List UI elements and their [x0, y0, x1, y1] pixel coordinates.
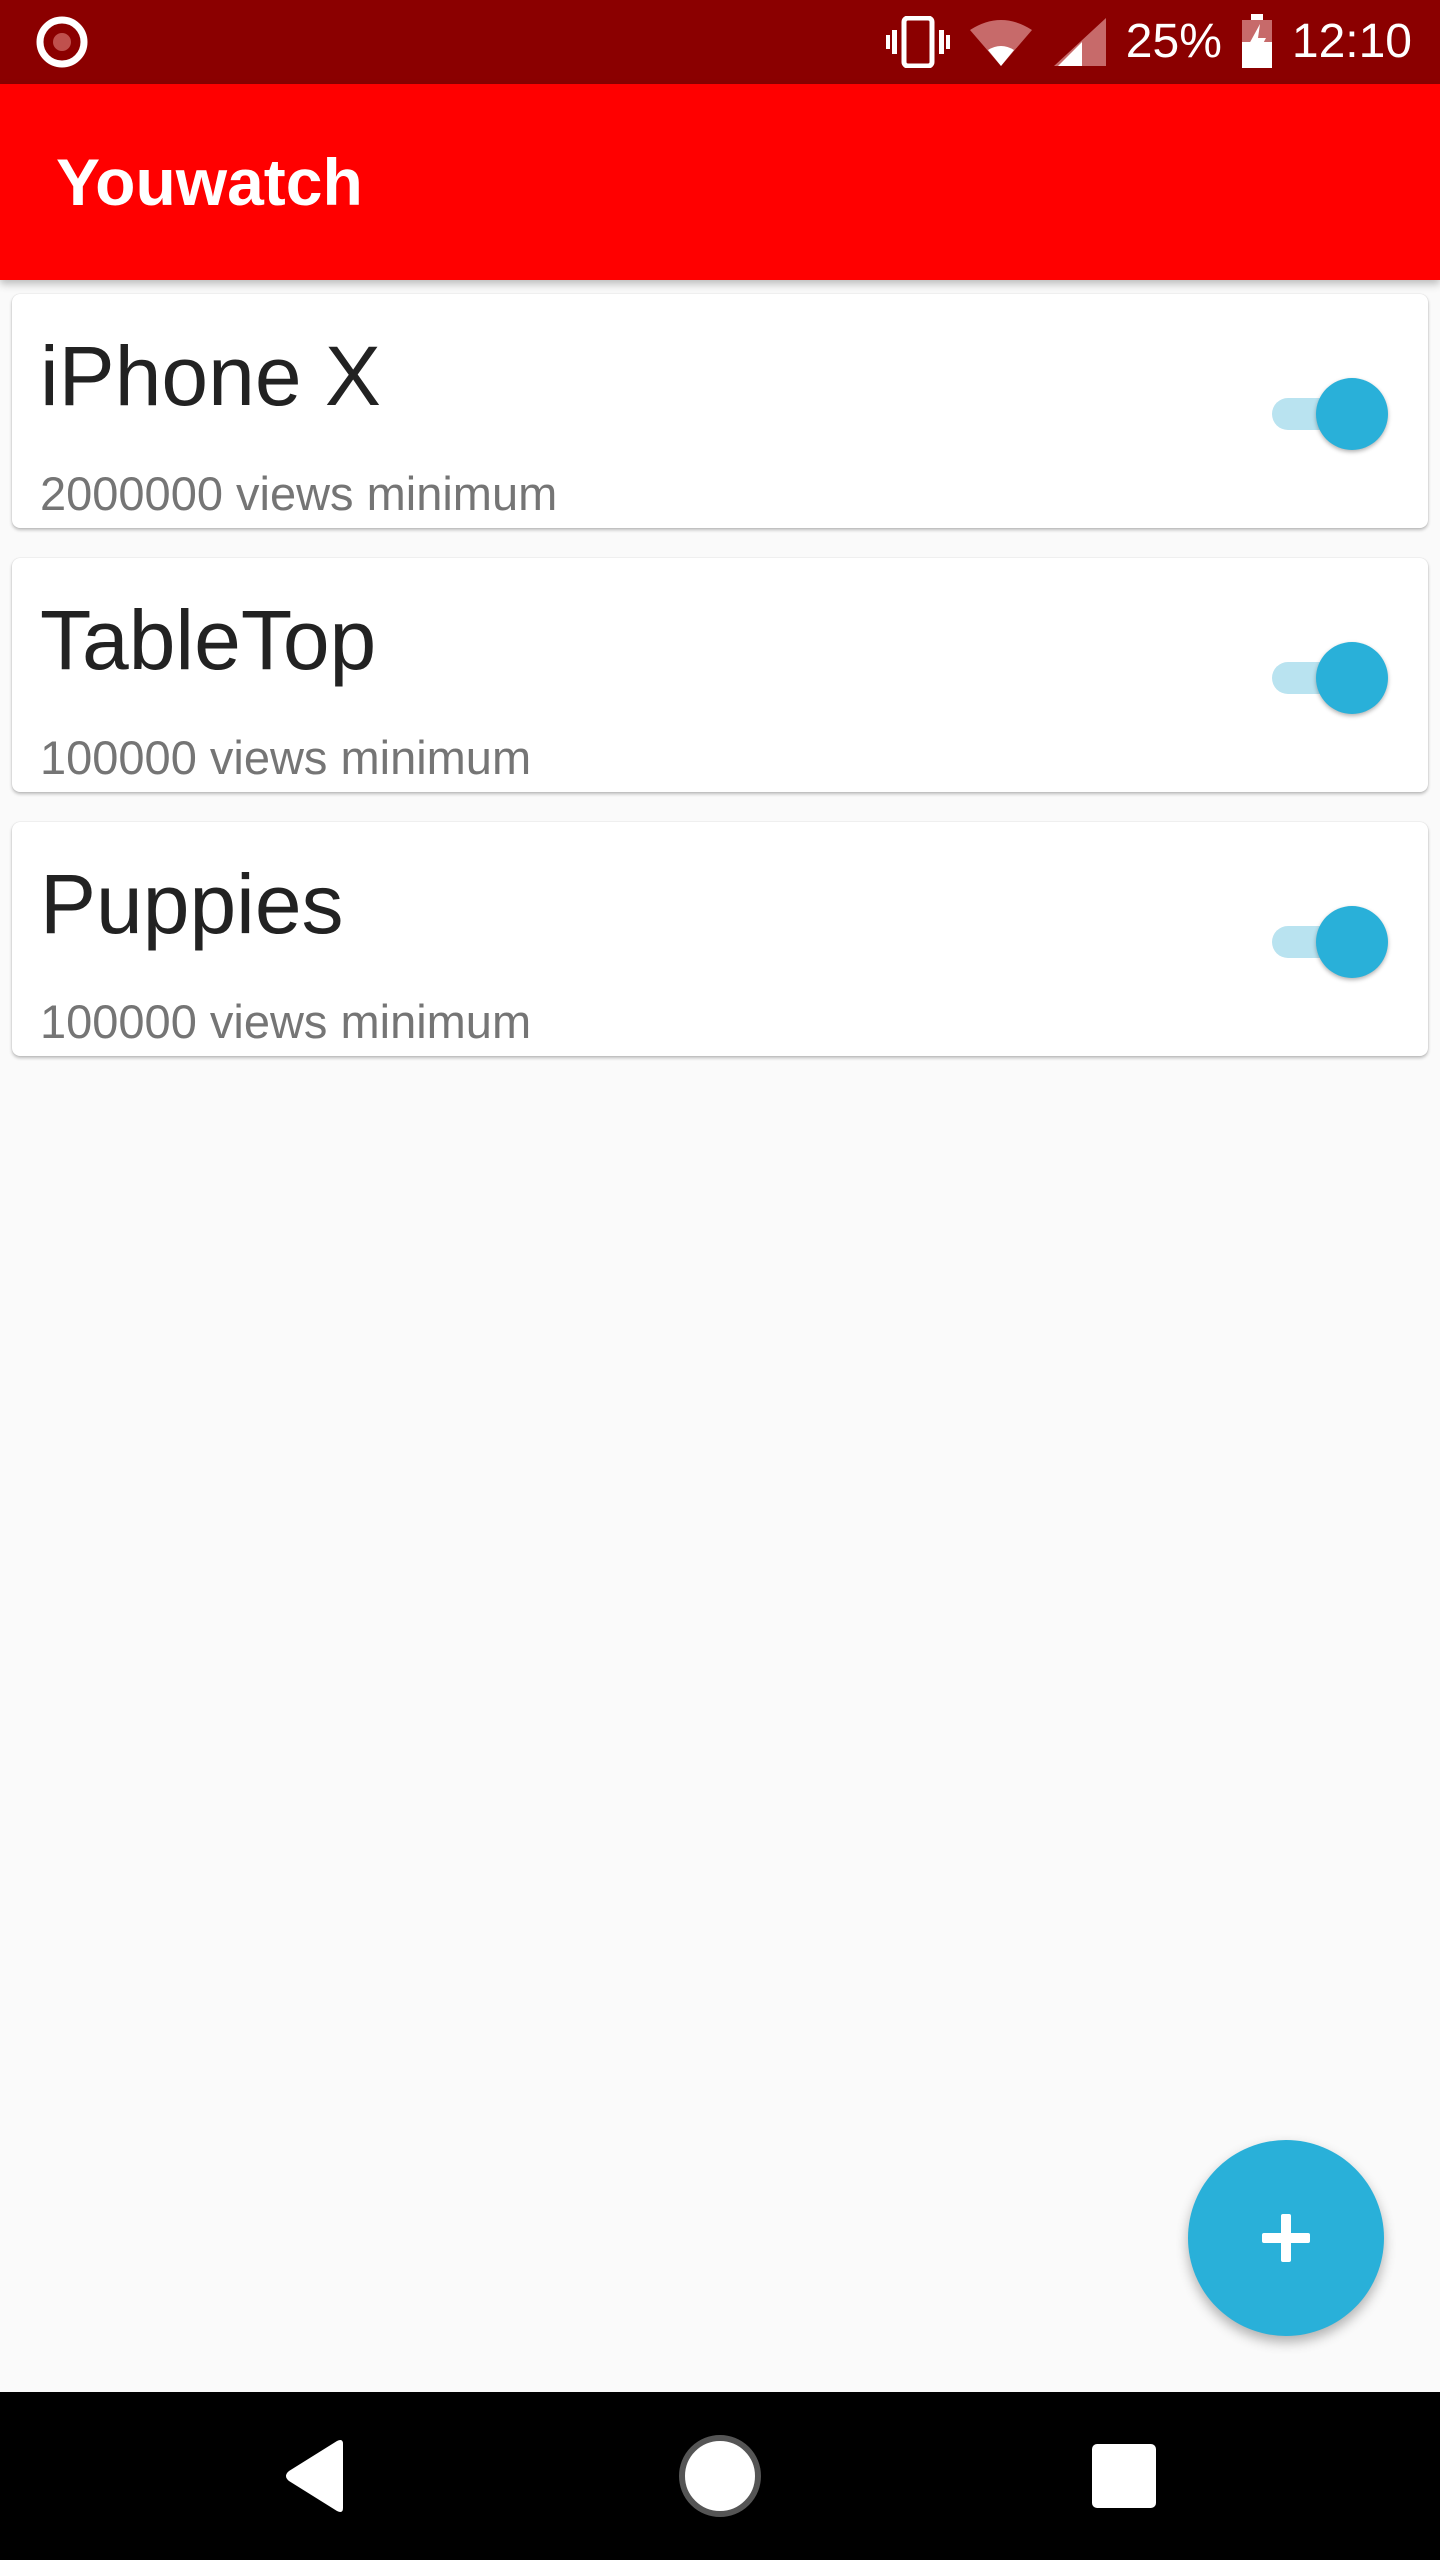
home-icon — [679, 2435, 761, 2517]
item-title: Puppies — [40, 857, 344, 951]
plus-icon — [1262, 2214, 1310, 2262]
list-item[interactable]: TableTop 100000 views minimum — [12, 558, 1428, 792]
app-bar: Youwatch — [0, 84, 1440, 280]
record-icon — [36, 16, 88, 68]
recents-button[interactable] — [1040, 2392, 1208, 2560]
vibrate-icon — [885, 16, 950, 68]
enable-switch[interactable] — [1272, 904, 1388, 978]
battery-charging-icon — [1241, 14, 1272, 68]
watch-list: iPhone X 2000000 views minimum TableTop … — [12, 294, 1428, 1086]
enable-switch[interactable] — [1272, 640, 1388, 714]
battery-percent: 25% — [1125, 15, 1222, 68]
list-item[interactable]: Puppies 100000 views minimum — [12, 822, 1428, 1056]
nav-bar — [0, 2392, 1440, 2560]
list-item[interactable]: iPhone X 2000000 views minimum — [12, 294, 1428, 528]
status-bar: 25% 12:10 — [0, 0, 1440, 84]
home-button[interactable] — [636, 2392, 804, 2560]
app-title: Youwatch — [56, 145, 363, 219]
cell-signal-icon — [1053, 18, 1106, 66]
switch-thumb — [1316, 906, 1388, 978]
item-subtitle: 100000 views minimum — [40, 731, 532, 784]
status-icons: 25% 12:10 — [885, 0, 1412, 84]
clock: 12:10 — [1291, 15, 1412, 68]
enable-switch[interactable] — [1272, 376, 1388, 450]
switch-thumb — [1316, 378, 1388, 450]
item-subtitle: 2000000 views minimum — [40, 467, 558, 520]
item-subtitle: 100000 views minimum — [40, 995, 532, 1048]
item-title: iPhone X — [40, 329, 381, 423]
switch-thumb — [1316, 642, 1388, 714]
item-title: TableTop — [40, 593, 377, 687]
wifi-icon — [969, 20, 1032, 66]
add-button[interactable] — [1188, 2140, 1384, 2336]
back-icon — [286, 2440, 343, 2512]
back-button[interactable] — [232, 2392, 400, 2560]
recents-icon — [1092, 2444, 1156, 2508]
